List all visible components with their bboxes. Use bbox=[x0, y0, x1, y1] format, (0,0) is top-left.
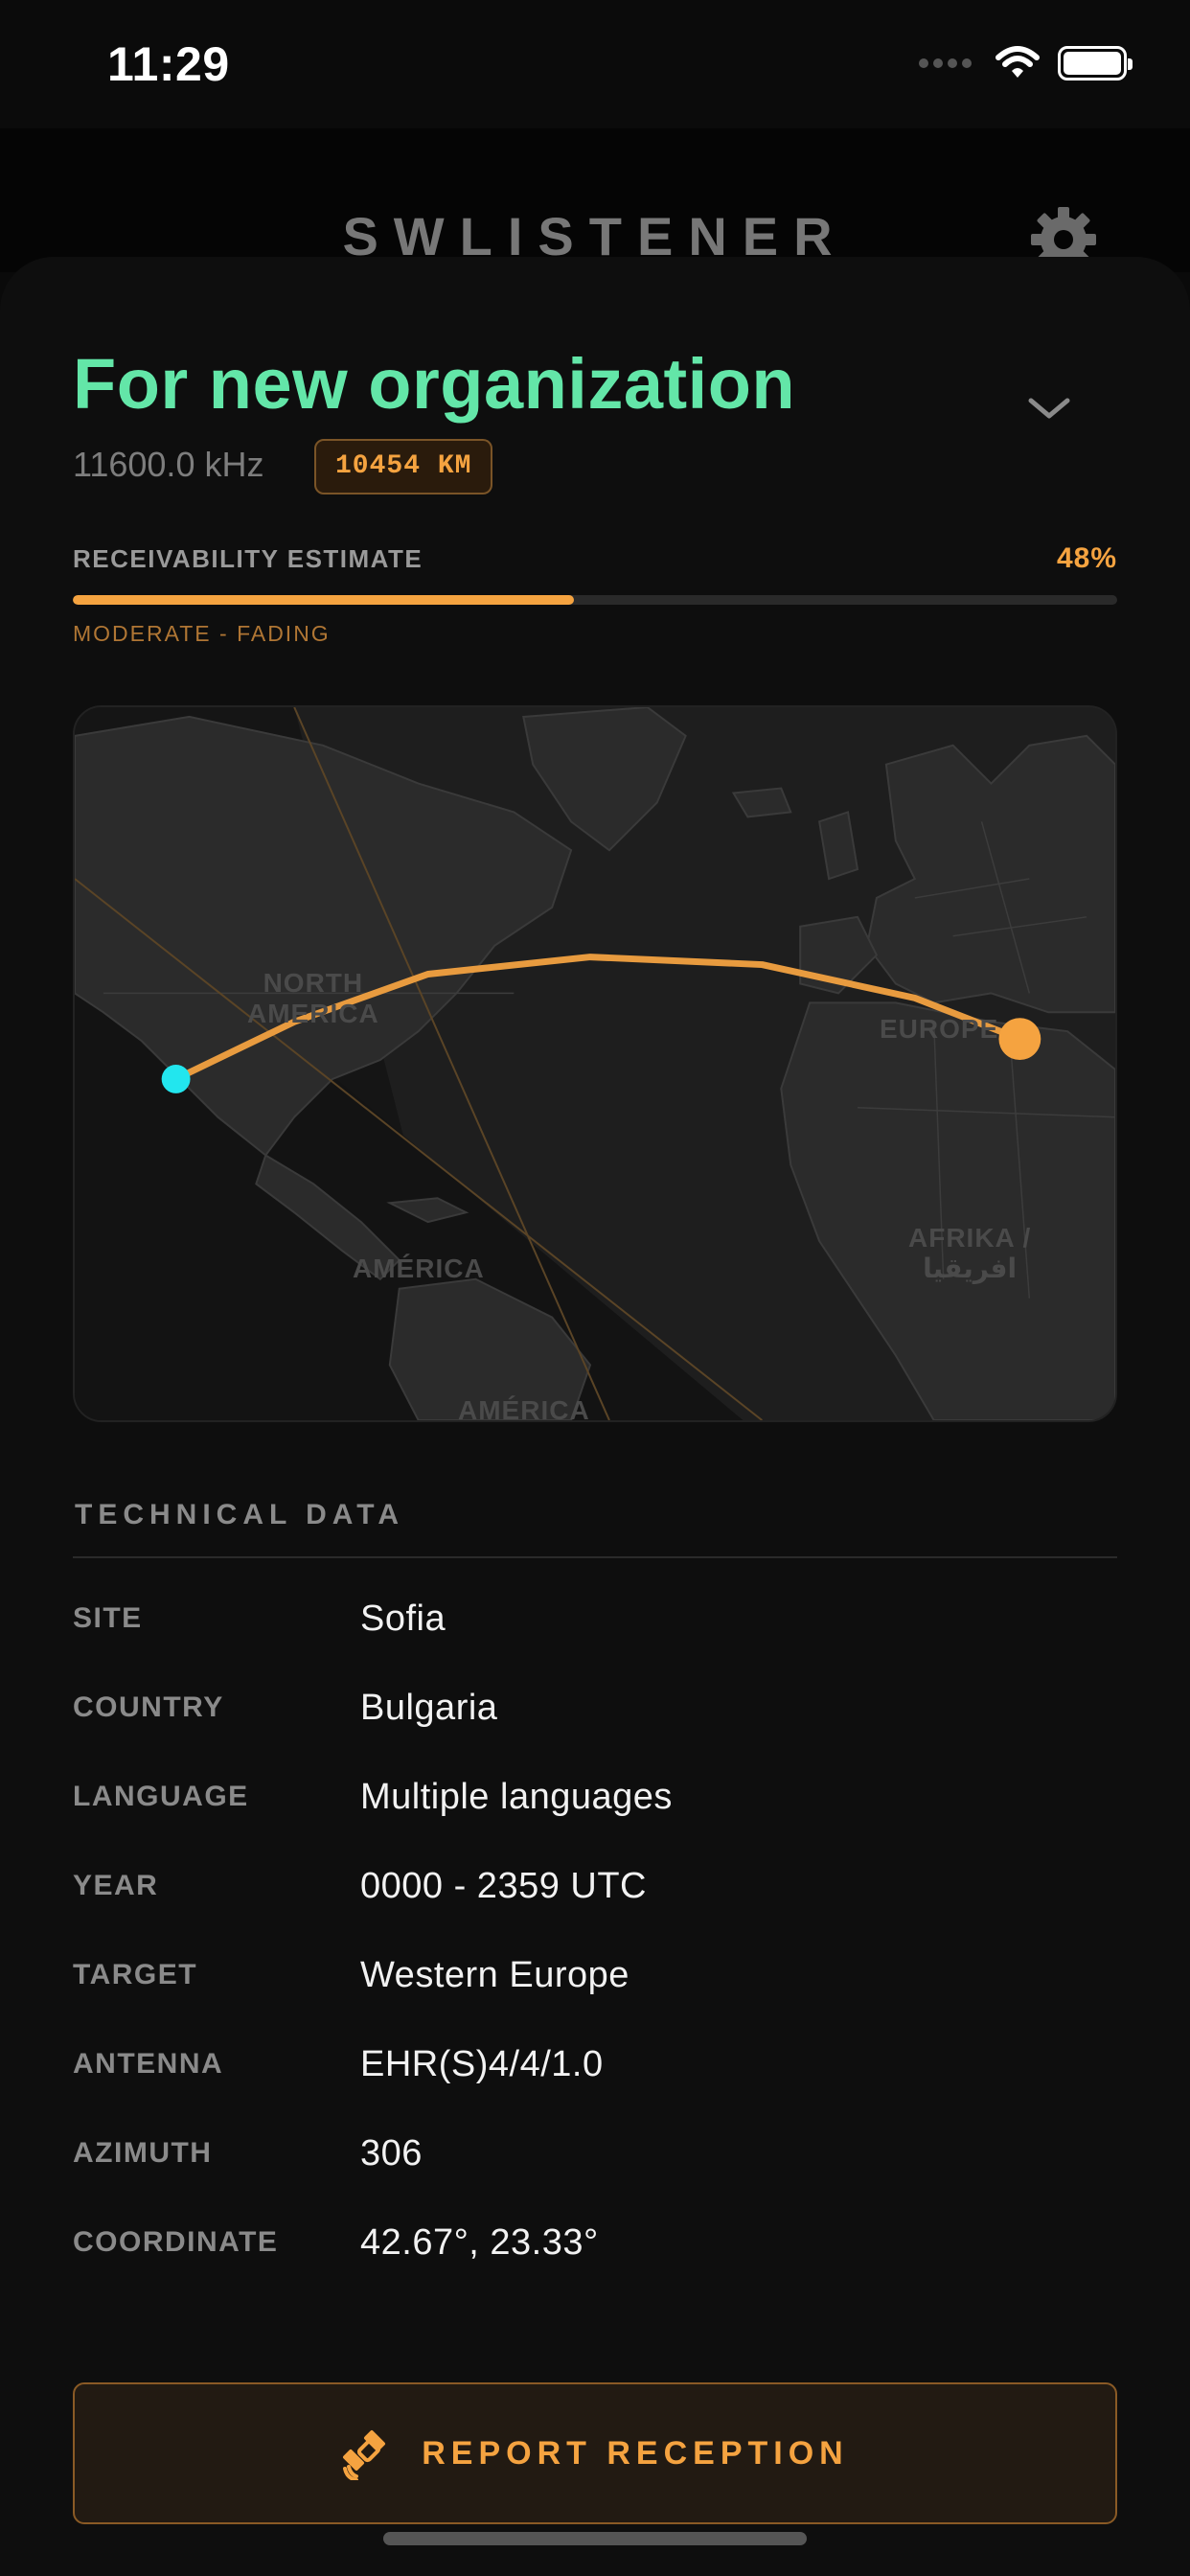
map-label-south-america: AMÉRICA bbox=[458, 1395, 590, 1422]
tech-row-coordinate: COORDINATE 42.67°, 23.33° bbox=[73, 2222, 1117, 2312]
tech-value: 0000 - 2359 UTC bbox=[360, 1866, 647, 1906]
tech-key: COUNTRY bbox=[73, 1691, 224, 1723]
satellite-icon bbox=[343, 2430, 386, 2480]
technical-data-list: SITE Sofia COUNTRY Bulgaria LANGUAGE Mul… bbox=[73, 1598, 1117, 2312]
tech-value: EHR(S)4/4/1.0 bbox=[360, 2044, 604, 2084]
report-reception-button[interactable]: REPORT RECEPTION bbox=[73, 2382, 1117, 2524]
receivability-label: RECEIVABILITY ESTIMATE bbox=[73, 544, 423, 573]
receivability-percent: 48% bbox=[1056, 542, 1117, 574]
divider bbox=[73, 1556, 1117, 1558]
tech-value: Western Europe bbox=[360, 1955, 629, 1995]
tech-key: SITE bbox=[73, 1602, 143, 1634]
receiver-marker bbox=[161, 1064, 191, 1093]
tech-value: Bulgaria bbox=[360, 1688, 498, 1728]
tech-row-azimuth: AZIMUTH 306 bbox=[73, 2133, 1117, 2222]
receivability-bar-fill bbox=[73, 595, 575, 605]
technical-data-header: TECHNICAL DATA bbox=[75, 1499, 404, 1530]
tech-row-site: SITE Sofia bbox=[73, 1598, 1117, 1688]
frequency: 11600.0 kHz bbox=[73, 445, 264, 484]
tech-key: COORDINATE bbox=[73, 2226, 279, 2258]
tech-row-country: COUNTRY Bulgaria bbox=[73, 1688, 1117, 1777]
app-header: SWLISTENER bbox=[0, 128, 1190, 272]
tech-key: LANGUAGE bbox=[73, 1781, 249, 1812]
tech-value: 306 bbox=[360, 2133, 423, 2174]
propagation-map[interactable]: NORTH AMERICA EUROPE AFRIKA / افريقيا AM… bbox=[73, 705, 1117, 1422]
tech-key: YEAR bbox=[73, 1870, 159, 1901]
tech-row-language: LANGUAGE Multiple languages bbox=[73, 1777, 1117, 1866]
tech-key: TARGET bbox=[73, 1959, 198, 1990]
tech-value: 42.67°, 23.33° bbox=[360, 2222, 599, 2263]
tech-row-antenna: ANTENNA EHR(S)4/4/1.0 bbox=[73, 2044, 1117, 2133]
map-label-north-america: NORTH AMERICA bbox=[247, 968, 379, 1028]
tech-key: ANTENNA bbox=[73, 2048, 224, 2080]
tech-key: AZIMUTH bbox=[73, 2137, 213, 2169]
tech-value: Sofia bbox=[360, 1598, 446, 1639]
map-label-central-america: AMÉRICA bbox=[353, 1254, 485, 1283]
battery-icon bbox=[1058, 46, 1133, 80]
distance-badge: 10454 KM bbox=[314, 439, 493, 494]
report-reception-label: REPORT RECEPTION bbox=[422, 2434, 849, 2472]
map-label-europe: EUROPE bbox=[880, 1014, 999, 1044]
chevron-down-icon[interactable] bbox=[1023, 391, 1075, 426]
tech-value: Multiple languages bbox=[360, 1777, 673, 1817]
transmitter-marker bbox=[998, 1018, 1041, 1061]
map-canvas bbox=[75, 707, 1115, 1420]
wifi-icon bbox=[995, 46, 1040, 78]
map-label-africa: AFRIKA / افريقيا bbox=[908, 1223, 1032, 1283]
tech-row-target: TARGET Western Europe bbox=[73, 1955, 1117, 2044]
station-name: For new organization bbox=[73, 344, 796, 424]
receivability-status: MODERATE - FADING bbox=[73, 621, 331, 646]
status-bar: 11:29 bbox=[0, 0, 1190, 128]
status-icons bbox=[919, 46, 1133, 80]
status-time: 11:29 bbox=[107, 37, 230, 91]
station-detail-sheet: For new organization 11600.0 kHz 10454 K… bbox=[0, 257, 1190, 2576]
tech-row-year: YEAR 0000 - 2359 UTC bbox=[73, 1866, 1117, 1955]
signal-icon bbox=[919, 58, 972, 68]
home-indicator[interactable] bbox=[383, 2532, 807, 2545]
receivability-bar bbox=[73, 595, 1117, 605]
